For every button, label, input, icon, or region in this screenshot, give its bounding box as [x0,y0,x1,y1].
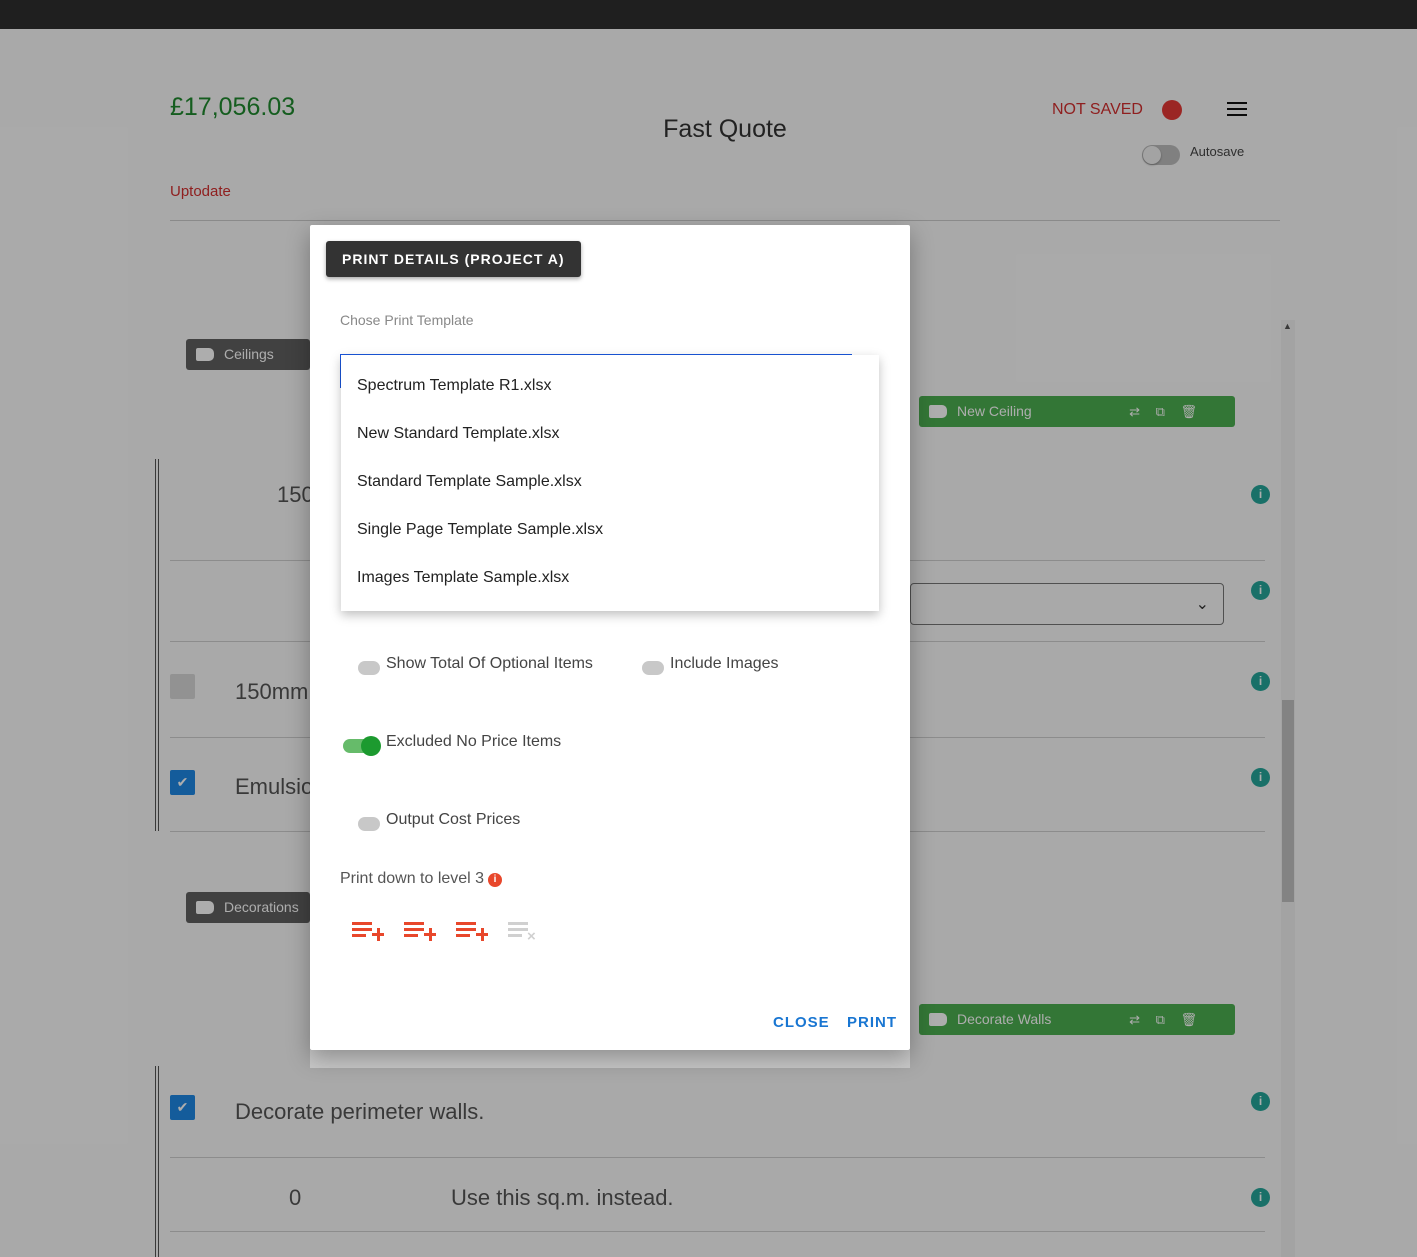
add-level-icon[interactable] [456,922,488,946]
print-level-info-icon[interactable]: i [488,873,502,887]
excluded-no-price-toggle[interactable] [343,736,381,756]
output-cost-prices-toggle[interactable] [358,817,380,831]
template-dropdown-menu: Spectrum Template R1.xlsx New Standard T… [341,355,879,611]
dialog-footer-shadow [310,1050,910,1068]
include-images-toggle[interactable] [642,661,664,675]
show-total-optional-label: Show Total Of Optional Items [386,655,593,672]
output-cost-prices-label: Output Cost Prices [386,811,521,828]
dialog-title: PRINT DETAILS (PROJECT A) [326,241,581,277]
template-option[interactable]: Single Page Template Sample.xlsx [341,506,879,554]
template-option[interactable]: Spectrum Template R1.xlsx [341,362,879,410]
template-option[interactable]: New Standard Template.xlsx [341,410,879,458]
add-level-icon[interactable] [352,922,384,946]
print-details-dialog: PRINT DETAILS (PROJECT A) Chose Print Te… [310,225,910,1050]
template-option[interactable]: Images Template Sample.xlsx [341,554,879,602]
show-total-optional-toggle[interactable] [358,661,380,675]
include-images-label: Include Images [670,655,779,672]
add-level-icon[interactable] [404,922,436,946]
template-field-label: Chose Print Template [340,312,474,328]
template-option[interactable]: Standard Template Sample.xlsx [341,458,879,506]
print-level-label: Print down to level 3 [340,870,485,887]
print-button[interactable]: PRINT [847,1014,897,1031]
excluded-no-price-label: Excluded No Price Items [386,733,562,750]
close-button[interactable]: CLOSE [773,1014,830,1031]
remove-level-icon[interactable]: × [508,922,540,946]
